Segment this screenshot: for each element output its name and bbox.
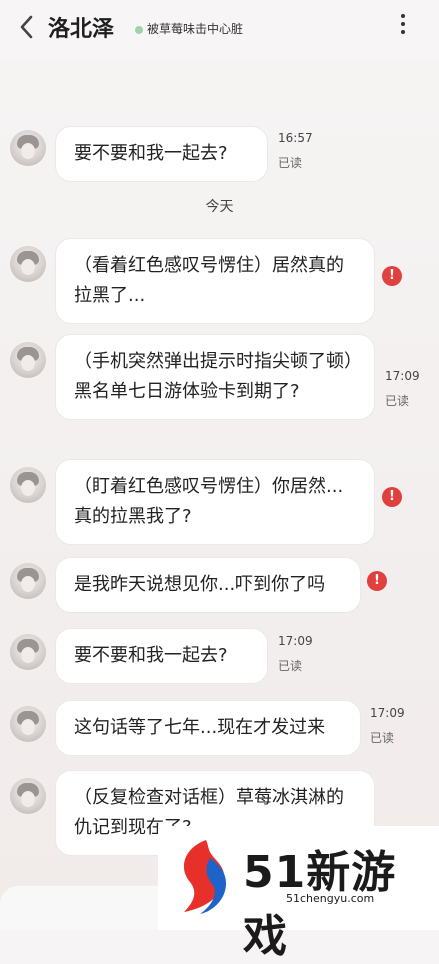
date-divider: 今天 <box>205 199 234 215</box>
back-icon[interactable] <box>16 14 40 40</box>
contact-name[interactable]: 洛北泽 <box>48 11 114 43</box>
message-text: 这句话等了七年...现在才发过来 <box>74 717 326 738</box>
message-bubble[interactable]: 是我昨天说想见你...吓到你了吗 <box>55 557 361 613</box>
brand-logo-icon <box>183 840 227 914</box>
contact-avatar[interactable] <box>10 563 46 599</box>
message-text: 要不要和我一起去? <box>74 143 228 164</box>
site-watermark: 51新游戏 51chengyu.com <box>158 826 439 962</box>
contact-avatar[interactable] <box>10 634 46 670</box>
chat-header: 洛北泽 被草莓味击中心脏 <box>0 0 439 58</box>
message-text: 要不要和我一起去? <box>74 645 228 666</box>
send-failed-icon[interactable]: ! <box>382 266 402 286</box>
send-failed-icon[interactable]: ! <box>367 571 387 591</box>
contact-avatar[interactable] <box>10 706 46 742</box>
input-panel <box>0 886 180 930</box>
message-time: 17:09 <box>278 634 313 648</box>
message-bubble[interactable]: （盯着红色感叹号愣住）你居然...真的拉黑我了? <box>55 459 375 545</box>
contact-avatar[interactable] <box>10 246 46 282</box>
contact-status: 被草莓味击中心脏 <box>147 22 244 36</box>
message-bubble[interactable]: 要不要和我一起去? <box>55 126 268 182</box>
message-bubble[interactable]: 这句话等了七年...现在才发过来 <box>55 700 361 756</box>
online-status-icon <box>135 26 143 34</box>
message-text: 是我昨天说想见你...吓到你了吗 <box>74 574 326 595</box>
message-bubble[interactable]: 要不要和我一起去? <box>55 628 268 684</box>
message-time: 17:09 <box>385 369 420 383</box>
contact-avatar[interactable] <box>10 778 46 814</box>
message-text: （看着红色感叹号愣住）居然真的拉黑了... <box>74 255 344 306</box>
read-receipt: 已读 <box>278 659 303 673</box>
message-bubble[interactable]: （看着红色感叹号愣住）居然真的拉黑了... <box>55 238 375 324</box>
message-time: 16:57 <box>278 131 313 145</box>
message-bubble[interactable]: （手机突然弹出提示时指尖顿了顿）黑名单七日游体验卡到期了? <box>55 334 375 420</box>
contact-avatar[interactable] <box>10 130 46 166</box>
contact-avatar[interactable] <box>10 342 46 378</box>
send-failed-icon[interactable]: ! <box>382 487 402 507</box>
message-text: （盯着红色感叹号愣住）你居然...真的拉黑我了? <box>74 476 344 527</box>
read-receipt: 已读 <box>278 156 303 170</box>
message-text: （手机突然弹出提示时指尖顿了顿）黑名单七日游体验卡到期了? <box>74 351 353 402</box>
message-time: 17:09 <box>370 706 405 720</box>
more-options-icon[interactable] <box>396 14 410 40</box>
watermark-url: 51chengyu.com <box>286 892 375 905</box>
contact-avatar[interactable] <box>10 467 46 503</box>
read-receipt: 已读 <box>370 731 395 745</box>
read-receipt: 已读 <box>385 394 410 408</box>
